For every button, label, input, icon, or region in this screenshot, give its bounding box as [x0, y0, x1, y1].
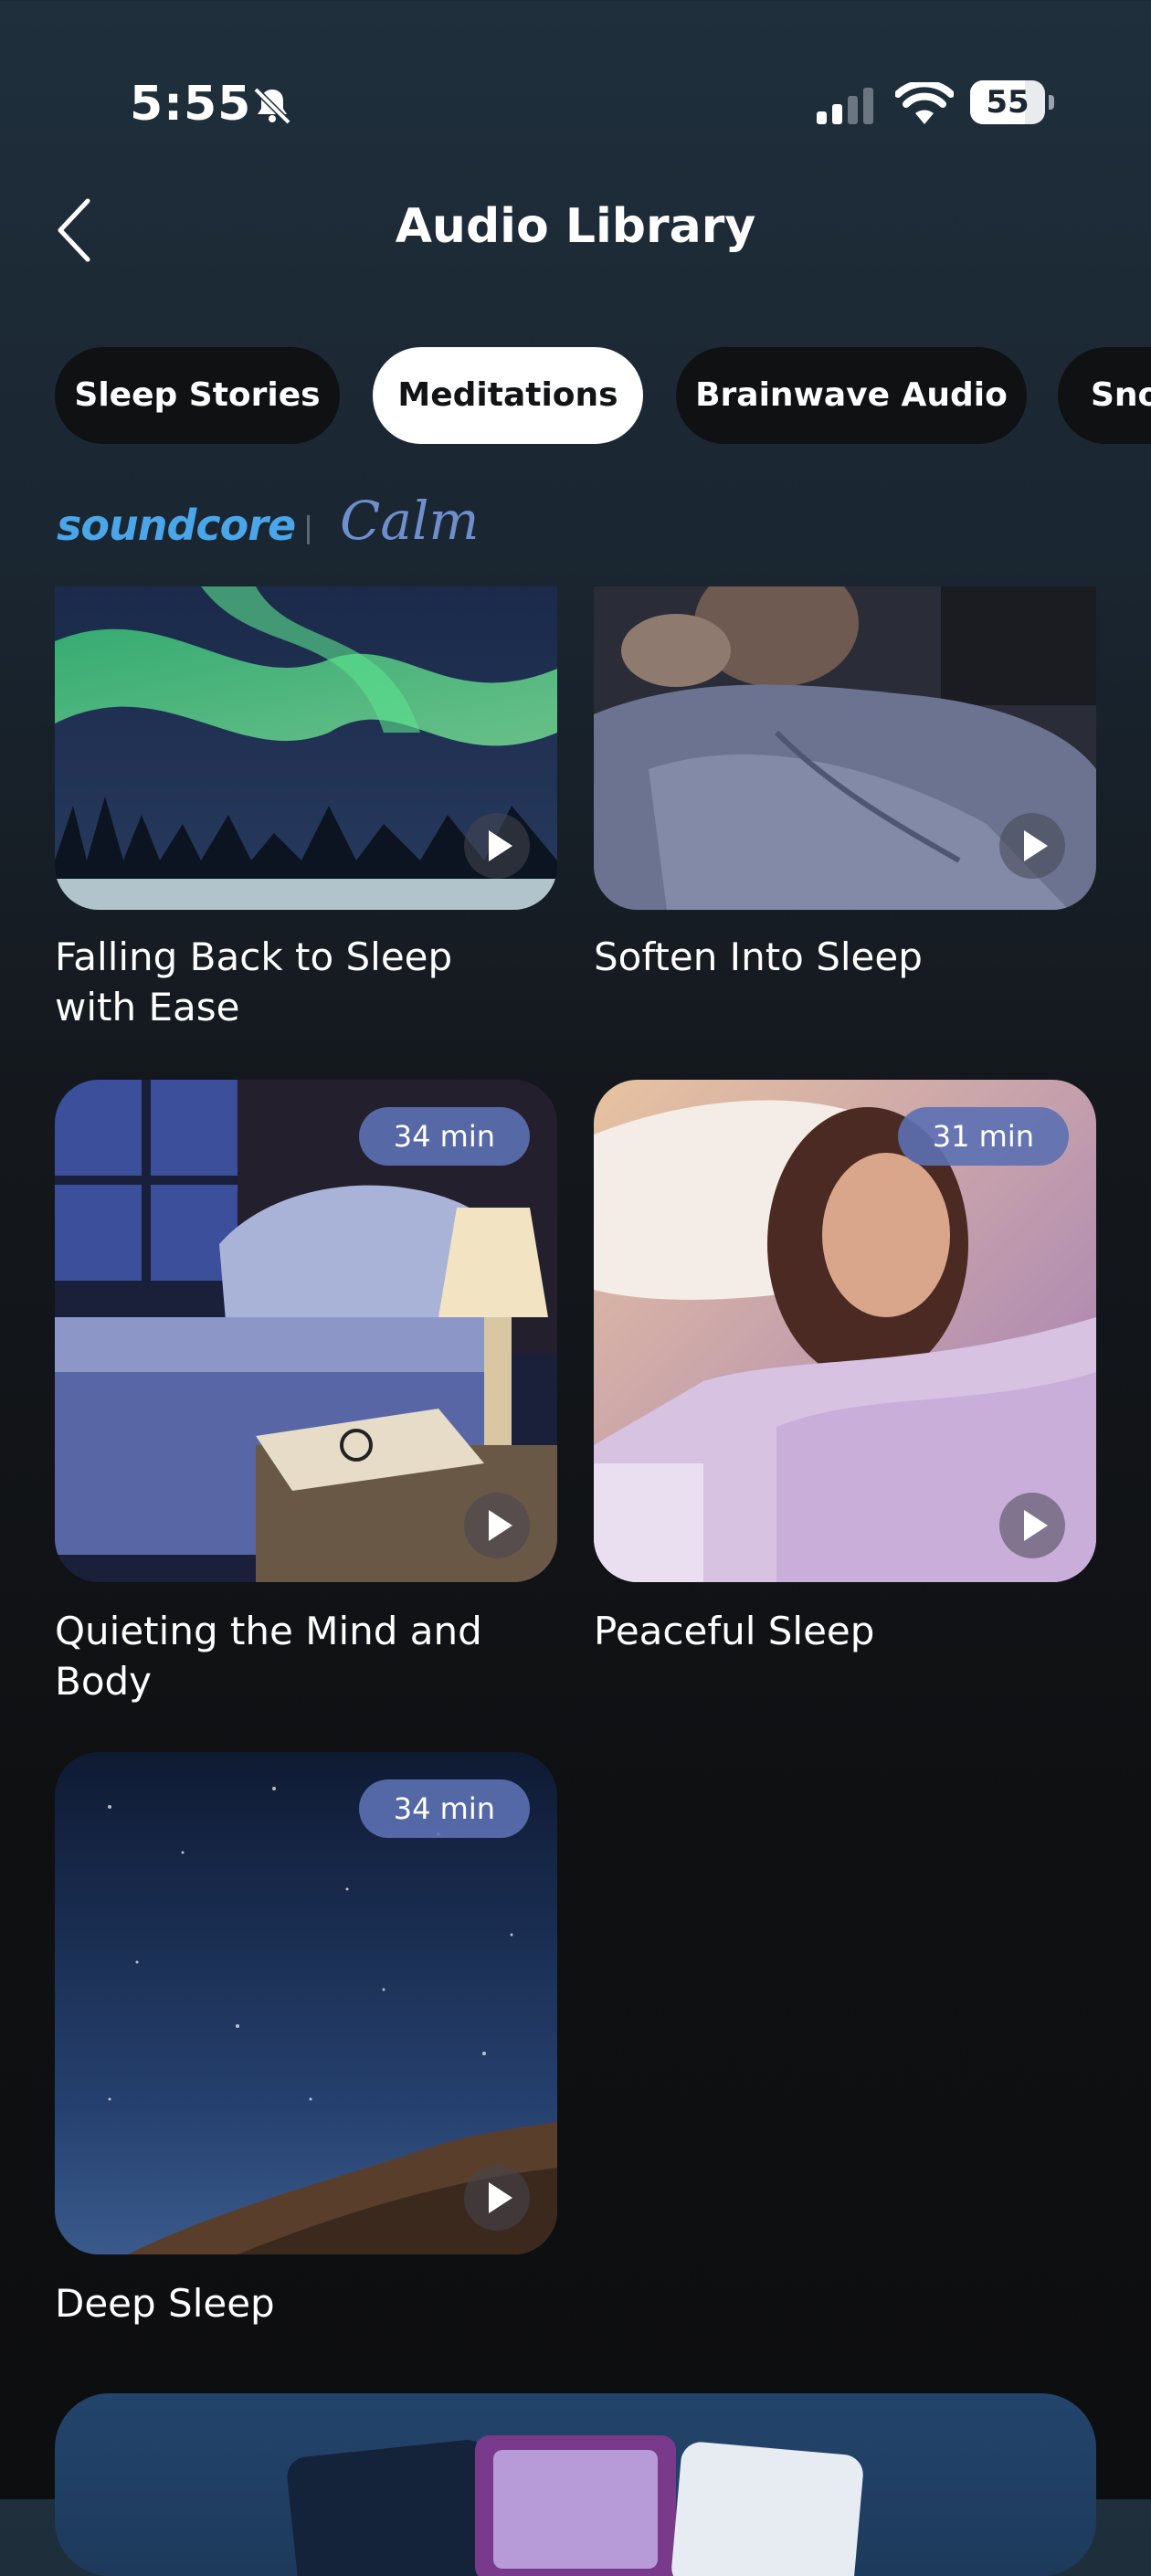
promo-banner[interactable] — [55, 2393, 1096, 2576]
meditation-card-quieting-the-mind[interactable]: 34 min — [55, 1080, 557, 1582]
duration-badge: 34 min — [358, 1107, 530, 1166]
duration-badge: 31 min — [897, 1107, 1069, 1166]
meditation-title: Quieting the Mind and Body — [55, 1609, 482, 1704]
promo-thumbnails — [287, 2435, 863, 2576]
tab-brainwave-audio[interactable]: Brainwave Audio — [676, 347, 1027, 444]
meditation-title: Peaceful Sleep — [594, 1609, 875, 1653]
play-button[interactable] — [464, 2165, 530, 2231]
page-title: Audio Library — [395, 199, 756, 254]
play-button[interactable] — [464, 813, 530, 879]
battery-icon: 55 — [970, 80, 1056, 126]
duration-badge: 34 min — [358, 1779, 530, 1838]
play-button[interactable] — [999, 1493, 1065, 1558]
play-button[interactable] — [999, 813, 1065, 879]
meditation-card-peaceful-sleep[interactable]: 31 min — [594, 1080, 1096, 1582]
bell-slash-icon — [253, 87, 291, 125]
meditation-card-falling-back-to-sleep[interactable] — [55, 586, 557, 910]
tab-snoring[interactable]: Snoring — [1058, 347, 1151, 444]
meditation-card-soften-into-sleep[interactable] — [594, 586, 1096, 910]
status-time: 5:55 — [130, 77, 252, 132]
battery-level-text: 55 — [986, 84, 1030, 121]
meditation-title: Deep Sleep — [55, 2281, 275, 2326]
meditation-title: Falling Back to Sleep with Ease — [55, 934, 453, 1029]
tab-meditations[interactable]: Meditations — [373, 347, 643, 444]
calm-logo: Calm — [340, 490, 480, 552]
tab-sleep-stories[interactable]: Sleep Stories — [55, 347, 340, 444]
meditation-title: Soften Into Sleep — [594, 934, 923, 979]
soundcore-logo: soundcore — [57, 501, 296, 550]
brand-divider — [307, 515, 310, 544]
play-button[interactable] — [464, 1493, 530, 1558]
signal-icon — [817, 88, 873, 124]
wifi-icon — [895, 82, 954, 124]
meditation-card-deep-sleep[interactable]: 34 min — [55, 1752, 557, 2254]
